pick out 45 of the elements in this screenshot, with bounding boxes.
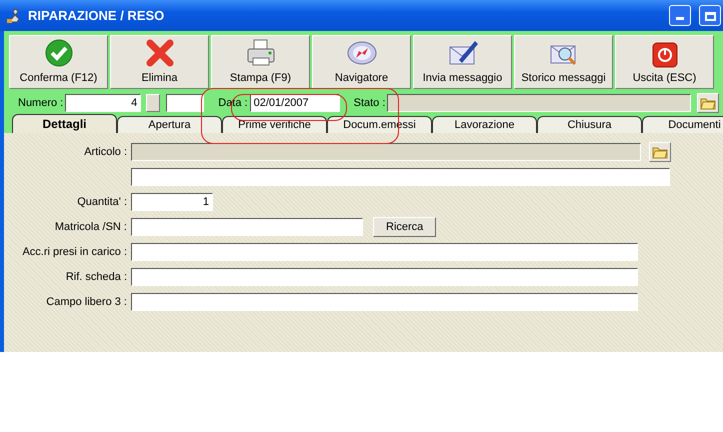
search-button[interactable]: Ricerca <box>373 217 436 237</box>
app-icon <box>6 8 22 24</box>
toolbar-button[interactable]: Stampa (F9) <box>211 35 310 89</box>
number-field[interactable]: 4 <box>65 94 142 112</box>
browse-button[interactable] <box>697 93 720 113</box>
checkmark-icon <box>44 38 74 68</box>
input-field[interactable] <box>131 218 363 236</box>
input-field[interactable] <box>131 268 638 286</box>
minimize-button[interactable] <box>669 5 691 26</box>
power-icon <box>652 42 678 68</box>
tab[interactable]: Prime verifiche <box>222 116 327 133</box>
toolbar-button[interactable]: Conferma (F12) <box>9 35 108 89</box>
window-title: RIPARAZIONE / RESO <box>28 8 166 23</box>
field-label: Rif. scheda : <box>64 271 127 283</box>
field-label: Acc.ri presi in carico : <box>21 246 127 258</box>
browse-button[interactable] <box>649 142 671 162</box>
input-field[interactable] <box>166 94 204 112</box>
folder-icon <box>652 145 668 159</box>
field-label: Quantita' : <box>76 196 127 208</box>
toolbar-button[interactable]: Invia messaggio <box>413 35 512 89</box>
input-field[interactable] <box>131 243 638 261</box>
toolbar-button[interactable]: Storico messaggi <box>514 35 613 89</box>
status-label: Stato : <box>354 97 386 109</box>
toolbar-button[interactable]: Uscita (ESC) <box>615 35 714 89</box>
input-field[interactable] <box>131 168 670 186</box>
toolbar-button[interactable]: Navigatore <box>312 35 411 89</box>
input-field[interactable] <box>131 293 638 311</box>
field-label: Articolo : <box>83 146 127 158</box>
folder-icon <box>700 96 716 110</box>
toolbar-button[interactable]: Elimina <box>110 35 209 89</box>
status-field[interactable] <box>387 94 692 112</box>
tab[interactable]: Lavorazione <box>432 116 537 133</box>
small-button[interactable] <box>146 94 160 112</box>
tab[interactable]: Chiusura <box>537 116 642 133</box>
field-label: Matricola /SN : <box>54 221 127 233</box>
cross-icon <box>144 38 174 68</box>
field-label: Campo libero 3 : <box>45 296 127 308</box>
date-field[interactable]: 02/01/2007 <box>250 94 340 112</box>
input-field[interactable]: 1 <box>131 193 213 211</box>
maximize-button[interactable] <box>699 5 721 26</box>
tab[interactable]: Apertura <box>117 116 222 133</box>
numero-label: Numero : <box>18 97 64 109</box>
tab[interactable]: Documenti <box>642 116 723 133</box>
printer-icon <box>244 38 276 68</box>
tab[interactable]: Dettagli <box>12 114 117 133</box>
